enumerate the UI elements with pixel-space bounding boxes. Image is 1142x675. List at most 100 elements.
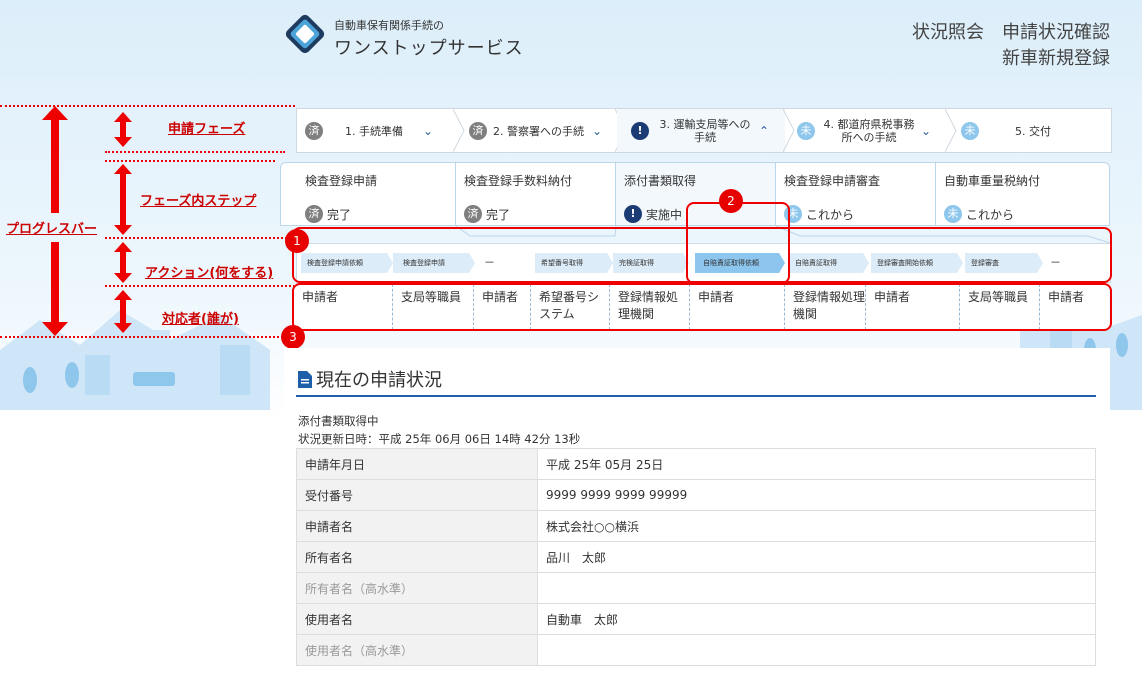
chevron-down-icon[interactable]: ⌄ [921,124,931,138]
step-title: 添付書類取得 [624,174,697,188]
phase-item-3[interactable]: ! 3. 運輸支局等への手続 ⌃ [617,109,785,152]
step-status: 済完了 [464,205,510,223]
phase-item-2[interactable]: 済 2. 警察署への手続 ⌄ [469,109,614,152]
step-card[interactable]: 検査登録申請審査 未これから [775,162,936,226]
row-value: 自動車 太郎 [537,603,1096,635]
guide-line [105,151,285,153]
callout-marker-3: 3 [281,325,305,349]
page-heading: 状況照会 申請状況確認 新車新規登録 [894,20,1110,72]
annotation-step: フェーズ内ステップ [140,194,257,209]
arrow-shaft [120,298,126,324]
chevron-down-icon[interactable]: ⌄ [592,124,602,138]
phase-label: 5. 交付 [1015,124,1051,138]
row-value: 平成 25年 05月 25日 [537,448,1096,480]
guide-line [105,160,275,162]
step-status: 済完了 [305,205,351,223]
row-key: 受付番号 [296,479,538,511]
arrow-down-icon [114,323,132,333]
table-row: 受付番号 9999 9999 9999 99999 [296,479,1096,511]
annotation-phase: 申請フェーズ [168,122,246,137]
done-badge-icon: 済 [464,205,482,223]
table-row: 所有者名 品川 太郎 [296,541,1096,573]
chevron-up-icon[interactable]: ⌃ [759,124,769,138]
step-card[interactable]: 自動車重量税納付 未これから [935,162,1110,226]
table-row: 申請年月日 平成 25年 05月 25日 [296,448,1096,480]
chevron-down-icon[interactable]: ⌄ [423,124,433,138]
step-title: 自動車重量税納付 [944,174,1041,188]
step-status-text: 完了 [327,207,352,222]
step-status-text: これから [966,207,1015,222]
phase-divider [945,109,957,152]
callout-marker-2: 2 [719,189,743,213]
step-status-text: 実施中 [646,207,683,222]
row-key: 所有者名（高水準） [296,572,538,604]
status-detail-table: 申請年月日 平成 25年 05月 25日 受付番号 9999 9999 9999 9… [296,448,1096,666]
row-key: 申請年月日 [296,448,538,480]
arrow-down-icon [114,137,132,147]
heading-status-check: 申請状況確認 [1002,22,1110,43]
guide-line [105,237,295,239]
annotation-action: アクション(何をする) [145,266,274,281]
logo-title: ワンストップサービス [334,38,524,59]
arrow-shaft [120,250,126,274]
arrow-shaft [120,120,126,138]
step-title: 検査登録申請 [305,174,378,188]
logo-icon [285,14,325,54]
row-value: 品川 太郎 [537,541,1096,573]
callout-box-current-action [686,202,790,284]
phase-item-1[interactable]: 済 1. 手続準備 ⌄ [305,109,455,152]
done-badge-icon: 済 [469,121,487,140]
status-heading: 現在の申請状況 [298,366,442,392]
step-title: 検査登録手数料納付 [464,174,573,188]
heading-procedure-type: 新車新規登録 [1002,48,1110,69]
row-key: 使用者名（高水準） [296,634,538,666]
arrow-down-icon [114,225,132,235]
phase-divider [453,109,465,152]
step-card[interactable]: 検査登録申請 済完了 [280,162,456,226]
row-key: 所有者名 [296,541,538,573]
step-status: 未これから [944,205,1014,223]
phase-progress-bar: 済 1. 手続準備 ⌄ 済 2. 警察署への手続 ⌄ ! 3. 運輸支局等への手… [296,108,1112,153]
alert-badge-icon: ! [624,205,642,223]
table-row: 使用者名（高水準） [296,634,1096,666]
table-row: 申請者名 株式会社○○横浜 [296,510,1096,542]
status-summary: 添付書類取得中 [298,414,379,428]
phase-label: 3. 運輸支局等への手続 [659,117,751,144]
table-row: 所有者名（高水準） [296,572,1096,604]
annotation-actor: 対応者(誰が) [162,312,239,327]
row-value [537,634,1096,666]
divider [296,395,1096,397]
arrow-shaft [120,172,126,226]
document-icon [298,370,312,388]
phase-divider [783,109,795,152]
step-status: 未これから [784,205,854,223]
step-card[interactable]: 検査登録手数料納付 済完了 [455,162,616,226]
row-key: 申請者名 [296,510,538,542]
table-row: 使用者名 自動車 太郎 [296,603,1096,635]
row-key: 使用者名 [296,603,538,635]
annotation-progress-bar: プログレスバー [6,222,98,237]
phase-label: 2. 警察署への手続 [493,124,584,138]
status-updated-time: 状況更新日時：平成 25年 06月 06日 14時 42分 13秒 [298,432,581,446]
heading-inquiry: 状況照会 [912,22,984,43]
done-badge-icon: 済 [305,121,323,140]
phase-label: 4. 都道府県税事務所への手続 [823,117,915,144]
logo-subtitle: 自動車保有関係手続の [334,19,444,32]
arrow-shaft [51,118,59,213]
pending-badge-icon: 未 [944,205,962,223]
step-title: 検査登録申請審査 [784,174,881,188]
row-value [537,572,1096,604]
step-status-text: これから [806,207,855,222]
arrow-shaft [51,242,59,324]
step-status: ! 実施中 [624,205,682,223]
arrow-down-icon [42,322,68,336]
pending-badge-icon: 未 [961,121,979,140]
arrow-down-icon [114,273,132,283]
guide-line [105,285,295,287]
phase-item-5[interactable]: 未 5. 交付 [961,109,1101,152]
row-value: 株式会社○○横浜 [537,510,1096,542]
alert-badge-icon: ! [631,121,649,140]
callout-marker-1: 1 [285,229,309,253]
phase-item-4[interactable]: 未 4. 都道府県税事務所への手続 ⌄ [797,109,945,152]
step-status-text: 完了 [486,207,511,222]
